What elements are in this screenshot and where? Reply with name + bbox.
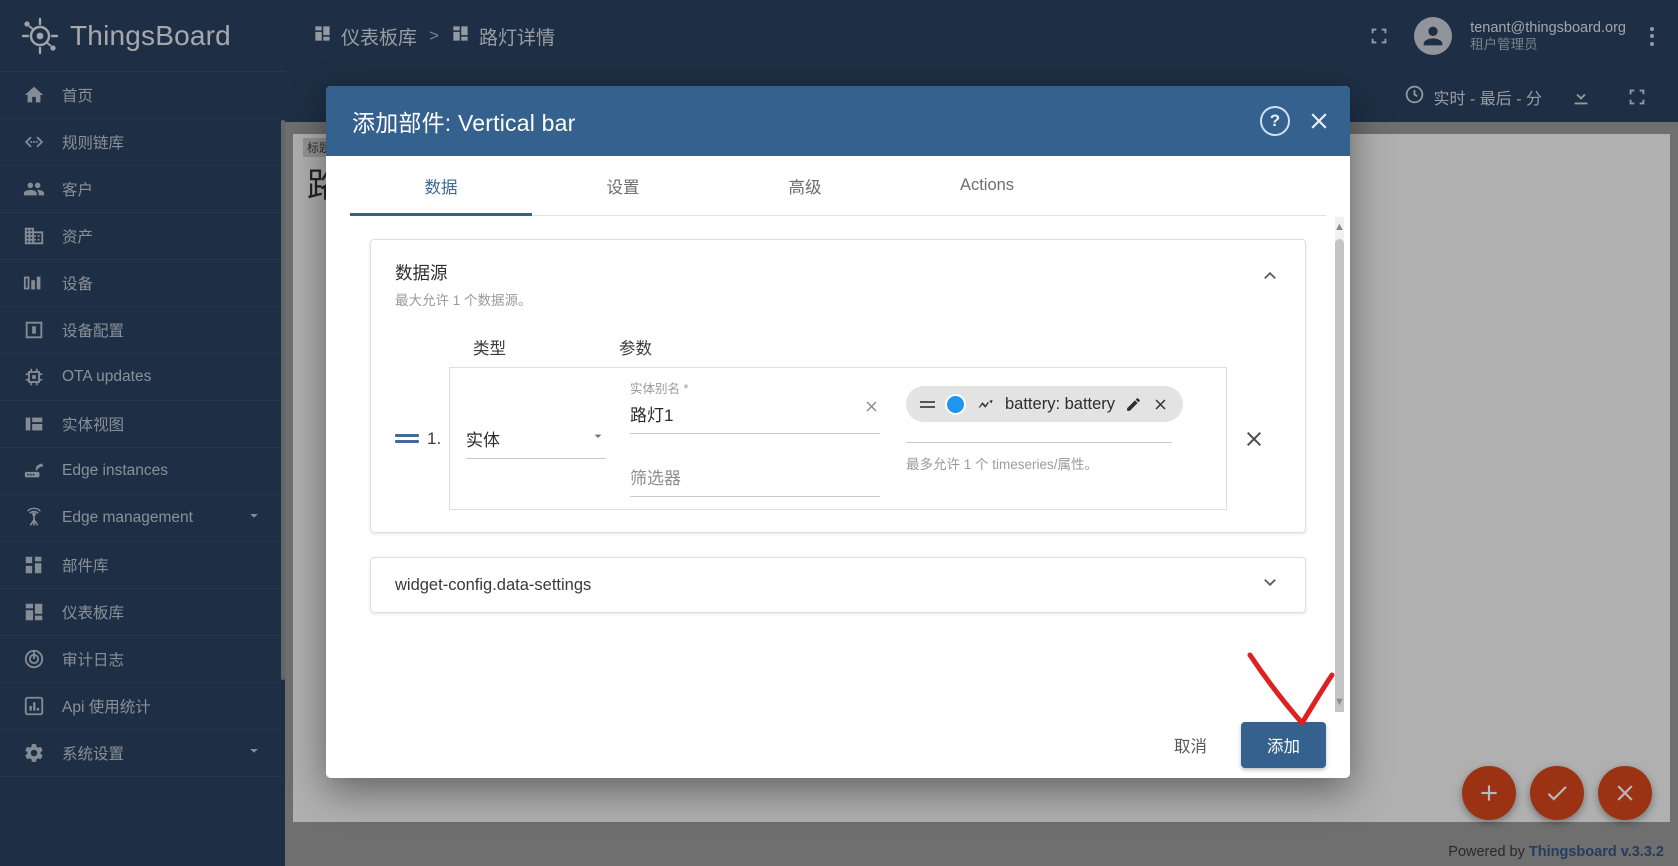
dialog-header: 添加部件: Vertical bar ? bbox=[326, 86, 1350, 156]
close-icon[interactable] bbox=[1306, 108, 1332, 134]
scroll-up-arrow[interactable]: ▲ bbox=[1333, 221, 1346, 233]
drag-handle-icon[interactable] bbox=[920, 401, 935, 408]
entity-alias-value: 路灯1 bbox=[630, 397, 880, 426]
column-header-params: 参数 bbox=[619, 335, 652, 359]
entity-alias-label: 实体别名 * bbox=[630, 378, 880, 397]
tab-label: 设置 bbox=[607, 174, 640, 198]
data-settings-label: widget-config.data-settings bbox=[395, 576, 591, 595]
dialog-body: 数据 设置 高级 Actions 数据源 最大允许 1 个数据源。 类型 参数 bbox=[326, 156, 1350, 712]
pencil-icon[interactable] bbox=[1125, 396, 1142, 413]
color-swatch[interactable] bbox=[945, 394, 966, 415]
dialog-header-actions: ? bbox=[1260, 106, 1332, 136]
tab-advanced[interactable]: 高级 bbox=[714, 156, 896, 215]
close-icon[interactable] bbox=[1152, 396, 1169, 413]
tab-data[interactable]: 数据 bbox=[350, 156, 532, 215]
data-keys-block: battery: battery 最多允许 1 个 timeseries/属性。 bbox=[880, 378, 1210, 497]
datasources-title: 数据源 bbox=[395, 260, 1281, 285]
tab-label: 数据 bbox=[425, 174, 458, 198]
help-label: ? bbox=[1270, 111, 1280, 131]
dialog-footer: 取消 添加 bbox=[326, 712, 1350, 778]
column-header-type: 类型 bbox=[473, 335, 619, 359]
help-icon[interactable]: ? bbox=[1260, 106, 1290, 136]
data-key-chip[interactable]: battery: battery bbox=[906, 386, 1183, 422]
datasource-type-select[interactable]: 实体 bbox=[466, 378, 606, 459]
tab-settings[interactable]: 设置 bbox=[532, 156, 714, 215]
scroll-down-arrow[interactable]: ▼ bbox=[1333, 696, 1346, 708]
entity-alias-field[interactable]: 实体别名 * 路灯1 bbox=[630, 378, 880, 434]
remove-datasource-button[interactable] bbox=[1227, 427, 1281, 451]
dialog-tabs: 数据 设置 高级 Actions bbox=[350, 156, 1326, 216]
datasource-column-headers: 类型 参数 bbox=[395, 335, 1281, 359]
filter-field[interactable]: 筛选器 bbox=[630, 460, 880, 497]
dialog-content: 数据源 最大允许 1 个数据源。 类型 参数 1. bbox=[326, 217, 1350, 712]
datasource-editor: 实体 实体别名 * 路灯1 bbox=[449, 367, 1227, 510]
data-settings-section[interactable]: widget-config.data-settings bbox=[370, 557, 1306, 613]
app-root: ThingsBoard 首页 规则链库 客户 资产 bbox=[0, 0, 1678, 866]
tab-label: Actions bbox=[960, 176, 1014, 195]
add-widget-dialog: 添加部件: Vertical bar ? 数据 设置 高级 Actions 数据… bbox=[326, 86, 1350, 778]
dialog-title: 添加部件: Vertical bar bbox=[352, 104, 575, 138]
chevron-up-icon[interactable] bbox=[1259, 264, 1281, 291]
datasource-params: 实体别名 * 路灯1 筛选器 bbox=[606, 378, 1210, 497]
tab-actions[interactable]: Actions bbox=[896, 156, 1078, 215]
datasources-panel: 数据源 最大允许 1 个数据源。 类型 参数 1. bbox=[370, 239, 1306, 533]
filter-placeholder: 筛选器 bbox=[630, 460, 880, 489]
drag-handle-icon[interactable] bbox=[395, 434, 419, 443]
datasource-row-index: 1. bbox=[419, 429, 449, 449]
dropdown-arrow-icon bbox=[590, 428, 606, 449]
cancel-button[interactable]: 取消 bbox=[1158, 724, 1223, 766]
entity-alias-block: 实体别名 * 路灯1 筛选器 bbox=[630, 378, 880, 497]
tab-label: 高级 bbox=[789, 174, 822, 198]
datasource-row: 1. 实体 bbox=[395, 367, 1281, 510]
data-key-label: battery: battery bbox=[1005, 395, 1115, 414]
line-chart-icon bbox=[976, 395, 995, 414]
chevron-down-icon[interactable] bbox=[1259, 572, 1281, 599]
clear-icon[interactable] bbox=[863, 398, 880, 420]
data-keys-hint: 最多允许 1 个 timeseries/属性。 bbox=[906, 453, 1210, 473]
datasource-type-value: 实体 bbox=[466, 426, 500, 451]
add-button[interactable]: 添加 bbox=[1241, 722, 1326, 768]
datasources-subtitle: 最大允许 1 个数据源。 bbox=[395, 289, 1281, 309]
content-scrollbar-thumb[interactable] bbox=[1335, 239, 1344, 712]
